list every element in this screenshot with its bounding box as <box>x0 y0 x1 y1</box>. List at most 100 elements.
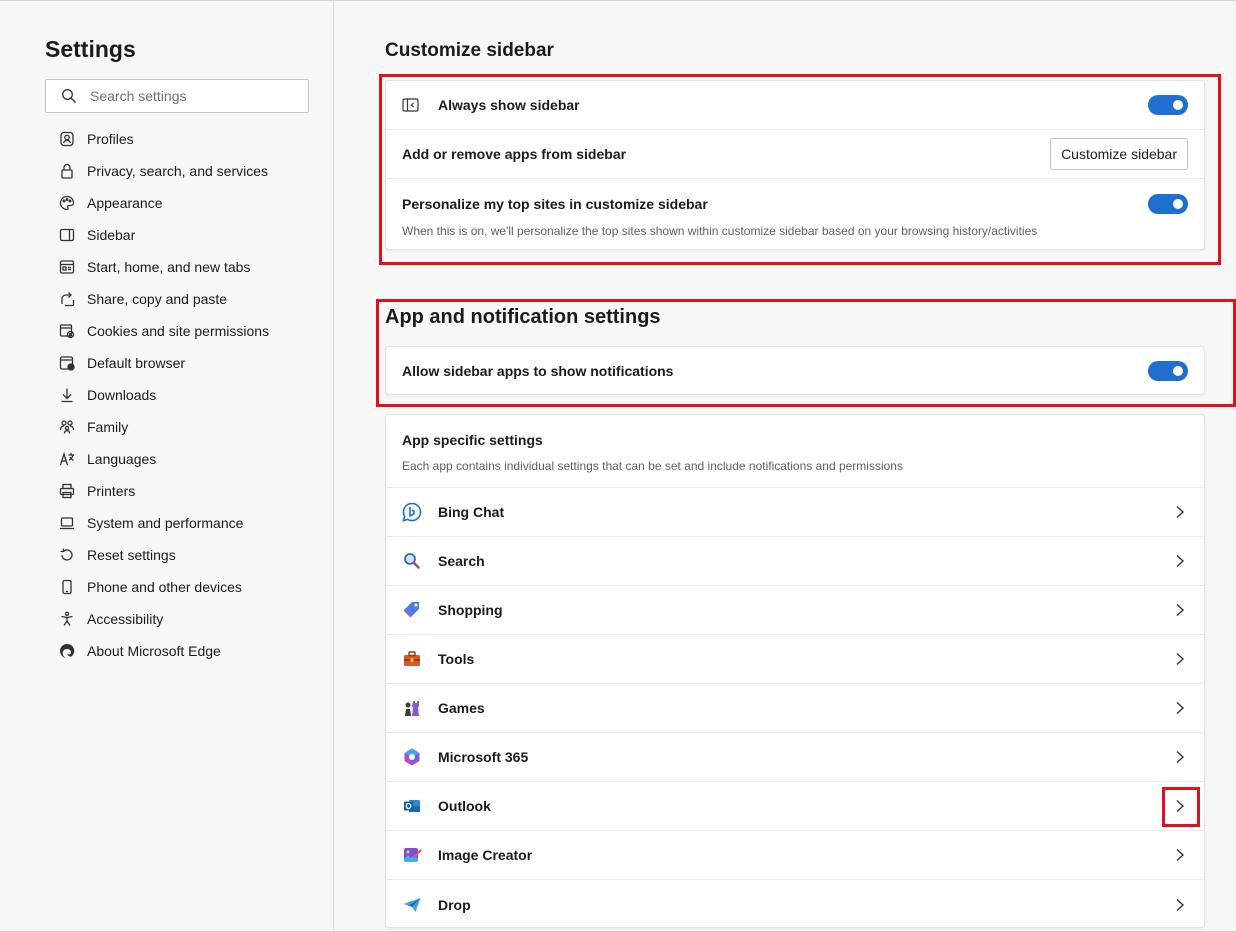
nav-item-profiles[interactable]: Profiles <box>45 123 325 155</box>
palette-icon <box>58 194 76 212</box>
app-label: Outlook <box>438 798 491 814</box>
download-icon <box>58 386 76 404</box>
app-label: Image Creator <box>438 847 533 863</box>
nav-item-share[interactable]: Share, copy and paste <box>45 283 325 315</box>
microsoft-365-icon <box>402 747 422 767</box>
app-row-image-creator[interactable]: Image Creator <box>386 831 1204 880</box>
drop-icon <box>402 895 422 915</box>
bing-chat-icon <box>402 502 422 522</box>
allow-notifications-toggle[interactable] <box>1148 360 1188 381</box>
app-row-microsoft-365[interactable]: Microsoft 365 <box>386 733 1204 782</box>
shopping-tag-icon <box>402 600 422 620</box>
app-row-outlook[interactable]: Outlook <box>386 782 1204 831</box>
app-specific-description: Each app contains individual settings th… <box>402 459 903 473</box>
chevron-right-icon[interactable] <box>1174 603 1186 617</box>
app-specific-header-row: App specific settings Each app contains … <box>386 415 1204 488</box>
nav-item-label: Family <box>87 419 129 435</box>
nav-item-sidebar[interactable]: Sidebar <box>45 219 325 251</box>
chevron-right-icon[interactable] <box>1174 554 1186 568</box>
chevron-right-icon[interactable] <box>1174 848 1186 862</box>
personalize-top-sites-description: When this is on, we'll personalize the t… <box>402 224 1038 238</box>
reset-icon <box>58 546 76 564</box>
chevron-right-icon[interactable] <box>1174 505 1186 519</box>
allow-notifications-label: Allow sidebar apps to show notifications <box>402 362 674 379</box>
always-show-sidebar-row: Always show sidebar <box>386 81 1204 130</box>
nav-item-label: Phone and other devices <box>87 579 242 595</box>
nav-item-label: Sidebar <box>87 227 136 243</box>
languages-icon <box>58 450 76 468</box>
share-icon <box>58 290 76 308</box>
app-row-bing-chat[interactable]: Bing Chat <box>386 488 1204 537</box>
chevron-right-icon[interactable] <box>1174 750 1186 764</box>
nav-item-printers[interactable]: Printers <box>45 475 325 507</box>
nav-item-languages[interactable]: Languages <box>45 443 325 475</box>
family-icon <box>58 418 76 436</box>
nav-item-label: Languages <box>87 451 157 467</box>
search-icon <box>402 551 422 571</box>
nav-item-label: Cookies and site permissions <box>87 323 270 339</box>
app-label: Microsoft 365 <box>438 749 529 765</box>
sidebar-toggle-icon <box>402 97 420 113</box>
nav-item-downloads[interactable]: Downloads <box>45 379 325 411</box>
app-label: Search <box>438 553 485 569</box>
nav-item-default-browser[interactable]: Default browser <box>45 347 325 379</box>
allow-notifications-row: Allow sidebar apps to show notifications <box>386 347 1204 394</box>
search-settings-field[interactable] <box>45 79 309 113</box>
nav-item-phone[interactable]: Phone and other devices <box>45 571 325 603</box>
settings-nav: Settings Profiles Privacy, search, and s… <box>0 1 334 931</box>
personalize-top-sites-toggle[interactable] <box>1148 194 1188 214</box>
nav-item-accessibility[interactable]: Accessibility <box>45 603 325 635</box>
browser-icon <box>58 354 76 372</box>
settings-title: Settings <box>45 36 136 62</box>
printer-icon <box>58 482 76 500</box>
app-notification-card: Allow sidebar apps to show notifications <box>385 346 1205 395</box>
profile-icon <box>58 130 76 148</box>
home-tabs-icon <box>58 258 76 276</box>
nav-item-label: About Microsoft Edge <box>87 643 221 659</box>
app-row-shopping[interactable]: Shopping <box>386 586 1204 635</box>
search-input[interactable] <box>90 88 290 104</box>
nav-item-start-home[interactable]: Start, home, and new tabs <box>45 251 325 283</box>
outlook-icon <box>402 796 422 816</box>
nav-item-appearance[interactable]: Appearance <box>45 187 325 219</box>
nav-item-cookies[interactable]: Cookies and site permissions <box>45 315 325 347</box>
toolbox-icon <box>402 649 422 669</box>
nav-item-label: Reset settings <box>87 547 176 563</box>
nav-item-label: Default browser <box>87 355 186 371</box>
app-row-search[interactable]: Search <box>386 537 1204 586</box>
app-label: Tools <box>438 651 475 667</box>
customize-sidebar-button[interactable]: Customize sidebar <box>1050 138 1188 170</box>
nav-item-about[interactable]: About Microsoft Edge <box>45 635 325 667</box>
nav-item-label: Privacy, search, and services <box>87 163 269 179</box>
app-row-games[interactable]: Games <box>386 684 1204 733</box>
nav-item-family[interactable]: Family <box>45 411 325 443</box>
app-row-drop[interactable]: Drop <box>386 880 1204 929</box>
always-show-sidebar-label: Always show sidebar <box>438 97 580 113</box>
chess-icon <box>402 698 422 718</box>
customize-sidebar-card: Always show sidebar Add or remove apps f… <box>385 80 1205 250</box>
personalize-top-sites-label: Personalize my top sites in customize si… <box>402 196 708 212</box>
nav-item-privacy[interactable]: Privacy, search, and services <box>45 155 325 187</box>
app-row-tools[interactable]: Tools <box>386 635 1204 684</box>
nav-item-label: Downloads <box>87 387 157 403</box>
chevron-right-icon[interactable] <box>1174 898 1186 912</box>
add-remove-apps-row: Add or remove apps from sidebar Customiz… <box>386 130 1204 179</box>
always-show-sidebar-toggle[interactable] <box>1148 95 1188 115</box>
edge-logo-icon <box>58 642 76 660</box>
chevron-right-icon[interactable] <box>1174 701 1186 715</box>
nav-item-label: Appearance <box>87 195 163 211</box>
chevron-right-icon[interactable] <box>1174 652 1186 666</box>
app-specific-card: App specific settings Each app contains … <box>385 414 1205 928</box>
nav-item-system[interactable]: System and performance <box>45 507 325 539</box>
nav-item-label: Start, home, and new tabs <box>87 259 251 275</box>
cookies-icon <box>58 322 76 340</box>
accessibility-icon <box>58 610 76 628</box>
app-label: Bing Chat <box>438 504 505 520</box>
nav-item-reset[interactable]: Reset settings <box>45 539 325 571</box>
nav-item-label: Accessibility <box>87 611 164 627</box>
sidebar-icon <box>58 226 76 244</box>
personalize-top-sites-row: Personalize my top sites in customize si… <box>386 179 1204 251</box>
nav-list: Profiles Privacy, search, and services A… <box>45 123 325 667</box>
nav-item-label: Printers <box>87 483 136 499</box>
chevron-right-icon[interactable] <box>1174 799 1186 813</box>
